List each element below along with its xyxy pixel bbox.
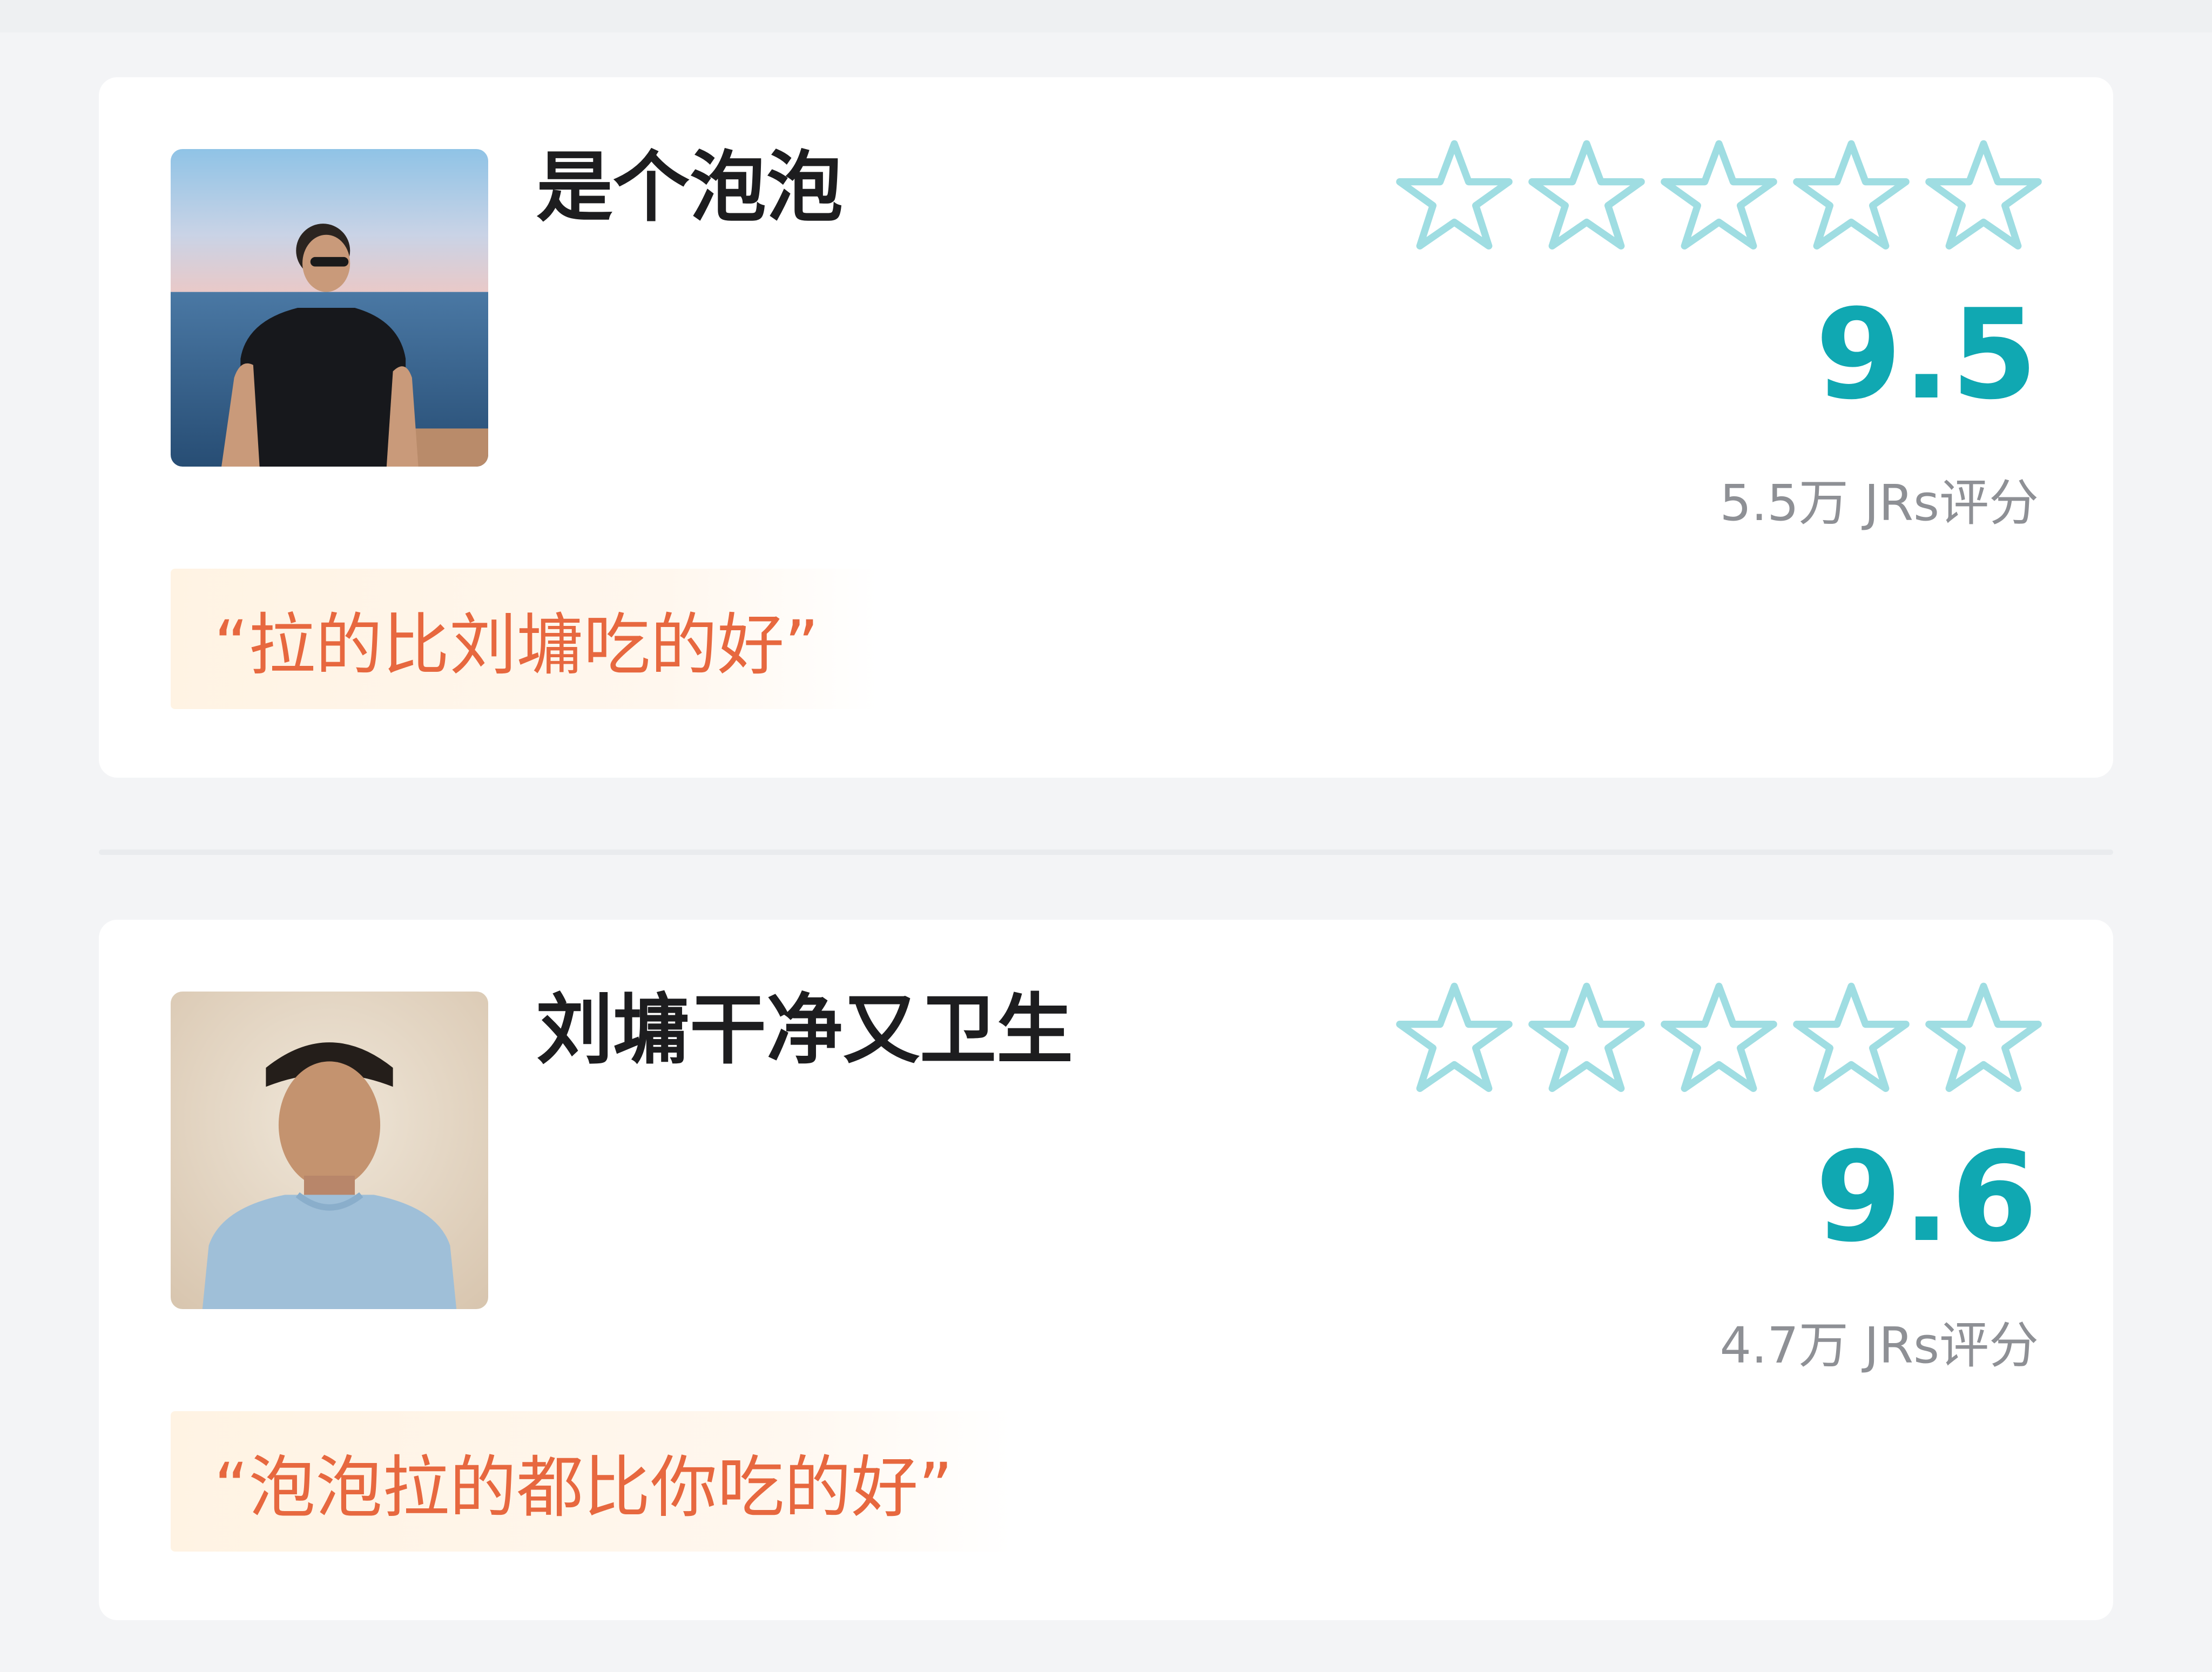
avatar[interactable] — [171, 992, 488, 1309]
star-outline-icon[interactable] — [1924, 137, 2043, 255]
score: 9.6 — [1815, 1125, 2039, 1270]
star-outline-icon[interactable] — [1660, 979, 1778, 1098]
ratings-count: 5.5万 JRs评分 — [1719, 474, 2039, 532]
avatar-image — [171, 992, 488, 1309]
star-outline-icon[interactable] — [1527, 137, 1646, 255]
username[interactable]: 是个泡泡 — [536, 142, 843, 234]
star-outline-icon[interactable] — [1924, 979, 2043, 1098]
star-outline-icon[interactable] — [1395, 979, 1514, 1098]
star-outline-icon[interactable] — [1792, 137, 1911, 255]
quote: “泡泡拉的都比你吃的好” — [171, 1411, 1013, 1552]
star-outline-icon[interactable] — [1792, 979, 1911, 1098]
star-rating[interactable] — [1395, 979, 2043, 1098]
star-outline-icon[interactable] — [1660, 137, 1778, 255]
rating-card[interactable]: 是个泡泡 9.5 5.5万 JRs评分 “拉的比刘墉吃的好” — [99, 77, 2113, 778]
quote: “拉的比刘墉吃的好” — [171, 569, 879, 709]
top-separator — [0, 0, 2212, 32]
ratings-count: 4.7万 JRs评分 — [1719, 1317, 2039, 1374]
star-outline-icon[interactable] — [1395, 137, 1514, 255]
username[interactable]: 刘墉干净又卫生 — [536, 985, 1073, 1076]
star-outline-icon[interactable] — [1527, 979, 1646, 1098]
star-rating[interactable] — [1395, 137, 2043, 255]
avatar[interactable] — [171, 149, 488, 467]
divider — [99, 850, 2113, 855]
rating-card[interactable]: 刘墉干净又卫生 9.6 4.7万 JRs评分 “泡泡拉的都比你吃的好” — [99, 920, 2113, 1620]
score: 9.5 — [1815, 283, 2039, 427]
avatar-image — [171, 149, 488, 467]
